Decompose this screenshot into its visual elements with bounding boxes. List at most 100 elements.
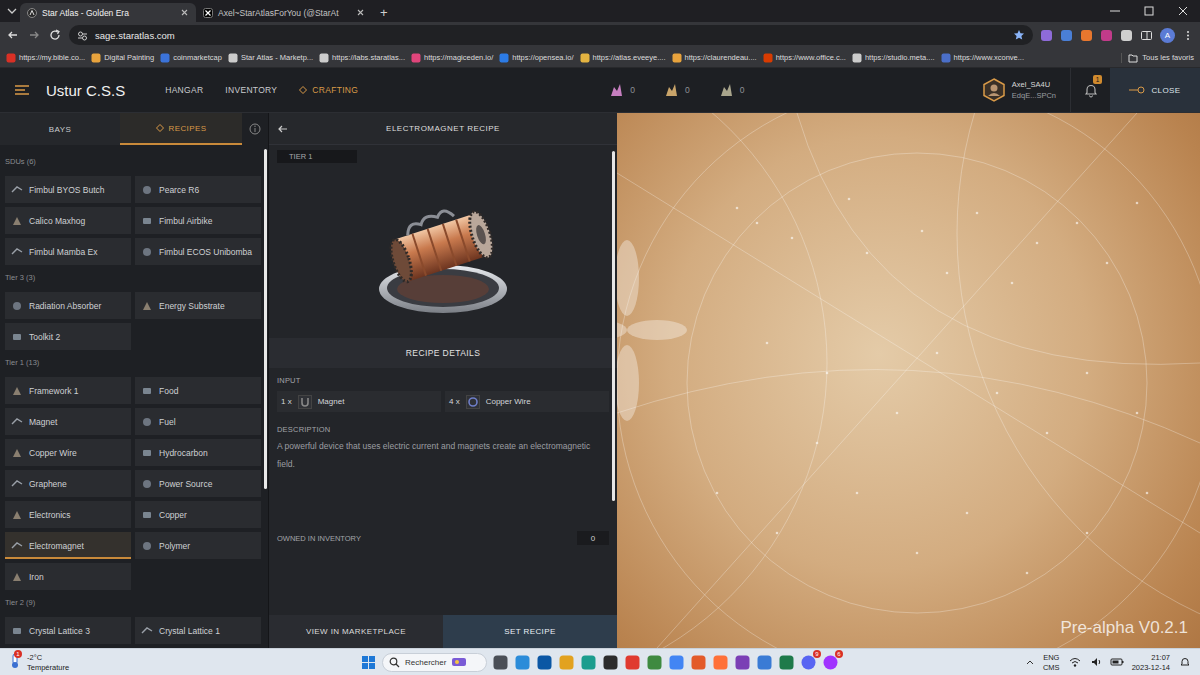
recipe-item[interactable]: Fimbul ECOS Unibomba [135, 238, 261, 265]
scroll-thumb[interactable] [612, 151, 615, 501]
close-tab-icon[interactable] [180, 8, 189, 17]
taskbar-app[interactable] [712, 654, 729, 671]
scroll-thumb[interactable] [264, 149, 267, 489]
recipe-item[interactable]: Toolkit 2 [5, 323, 131, 350]
all-bookmarks[interactable]: Tous les favoris [1121, 53, 1194, 63]
taskbar-app[interactable] [536, 654, 553, 671]
speaker-icon[interactable] [1090, 656, 1102, 668]
bookmark[interactable]: https://my.bible.co... [6, 53, 85, 63]
extension-icon[interactable] [1060, 29, 1073, 42]
new-tab-button[interactable]: + [372, 3, 396, 22]
forward-arrow-icon[interactable] [27, 28, 41, 42]
close-button[interactable]: CLOSE [1110, 68, 1200, 112]
bookmark[interactable]: https://magiceden.io/ [411, 53, 493, 63]
recipe-item[interactable]: Framework 1 [5, 377, 131, 404]
taskbar-app[interactable]: 9 [800, 654, 817, 671]
recipe-item[interactable]: Polymer [135, 532, 261, 559]
input-ingredient[interactable]: 4 xCopper Wire [445, 391, 609, 412]
recipe-item[interactable]: Pearce R6 [135, 176, 261, 203]
clock[interactable]: 21:072023-12-14 [1132, 653, 1170, 672]
recipe-item[interactable]: Radiation Absorber [5, 292, 131, 319]
back-arrow-icon[interactable] [269, 113, 297, 145]
wifi-icon[interactable] [1068, 656, 1082, 668]
show-hidden-icon[interactable] [1025, 657, 1035, 667]
taskbar-app[interactable] [756, 654, 773, 671]
address-field[interactable]: sage.staratlas.com [69, 25, 1033, 45]
windows-start-icon[interactable] [360, 654, 377, 671]
taskbar-search[interactable]: Rechercher [382, 653, 487, 672]
taskbar-app[interactable] [492, 654, 509, 671]
recipe-item[interactable]: Hydrocarbon [135, 439, 261, 466]
taskbar-app[interactable] [514, 654, 531, 671]
browser-tab[interactable]: Star Atlas - Golden Era [20, 3, 196, 22]
recipe-item[interactable]: Fimbul Mamba Ex [5, 238, 131, 265]
taskbar-app[interactable] [668, 654, 685, 671]
profile-avatar[interactable]: A [1160, 28, 1175, 43]
nav-item[interactable]: HANGAR [165, 85, 203, 95]
menu-icon[interactable] [1182, 29, 1194, 42]
back-arrow-icon[interactable] [6, 28, 20, 42]
recipe-item[interactable]: Fimbul BYOS Butch [5, 176, 131, 203]
recipe-item[interactable]: Calico Maxhog [5, 207, 131, 234]
close-window-icon[interactable] [1166, 0, 1200, 22]
bookmark-star-icon[interactable] [1013, 29, 1025, 41]
site-info-icon[interactable] [77, 30, 88, 41]
nav-item[interactable]: CRAFTING [299, 85, 358, 95]
extension-icon[interactable] [1040, 29, 1053, 42]
weather-widget[interactable]: 1-2°CTempérature [0, 653, 360, 672]
recipe-item[interactable]: Fimbul Airbike [135, 207, 261, 234]
taskbar-app[interactable] [734, 654, 751, 671]
maximize-icon[interactable] [1132, 0, 1166, 22]
taskbar-app[interactable] [558, 654, 575, 671]
extension-icon[interactable] [1080, 29, 1093, 42]
bookmark[interactable]: https://www.office.c... [763, 53, 846, 63]
bookmark[interactable]: https://claurendeau.... [672, 53, 757, 63]
notification-bell-icon[interactable] [1178, 656, 1192, 668]
recipe-item[interactable]: Electronics [5, 501, 131, 528]
recipe-item[interactable]: Copper [135, 501, 261, 528]
input-ingredient[interactable]: 1 xMagnet [277, 391, 441, 412]
side-panel-icon[interactable] [1140, 29, 1153, 42]
taskbar-app[interactable] [646, 654, 663, 671]
taskbar-app[interactable] [580, 654, 597, 671]
hamburger-icon[interactable] [14, 83, 30, 97]
bookmark[interactable]: https://atlas.eveeye.... [580, 53, 666, 63]
bookmark[interactable]: https://www.xconve... [941, 53, 1024, 63]
set-recipe-button[interactable]: SET RECIPE [443, 615, 617, 648]
minimize-icon[interactable] [1098, 0, 1132, 22]
bookmark[interactable]: coinmarketcap [160, 53, 222, 63]
battery-icon[interactable] [1110, 656, 1124, 668]
tab-search-icon[interactable] [4, 3, 20, 22]
bookmark[interactable]: https://labs.staratlas... [319, 53, 405, 63]
input-language[interactable]: ENGCMS [1043, 653, 1060, 672]
scrollbar[interactable] [264, 145, 268, 648]
recipe-item[interactable]: Graphene [5, 470, 131, 497]
marketplace-button[interactable]: VIEW IN MARKETPLACE [269, 615, 443, 648]
taskbar-app[interactable] [690, 654, 707, 671]
panel-tab[interactable]: BAYS [0, 113, 120, 145]
notifications-button[interactable]: 1 [1070, 68, 1110, 112]
extension-icon[interactable] [1100, 29, 1113, 42]
taskbar-app[interactable] [602, 654, 619, 671]
recipe-item[interactable]: Fuel [135, 408, 261, 435]
taskbar-app[interactable] [778, 654, 795, 671]
reload-icon[interactable] [48, 28, 62, 42]
recipe-item[interactable]: Power Source [135, 470, 261, 497]
recipe-item[interactable]: Energy Substrate [135, 292, 261, 319]
bookmark[interactable]: https://studio.meta.... [852, 53, 935, 63]
recipe-item[interactable]: Crystal Lattice 3 [5, 617, 131, 644]
taskbar-app[interactable]: 6 [822, 654, 839, 671]
recipe-item[interactable]: Magnet [5, 408, 131, 435]
recipe-item[interactable]: Iron [5, 563, 131, 590]
recipe-item[interactable]: Food [135, 377, 261, 404]
recipe-item[interactable]: Copper Wire [5, 439, 131, 466]
browser-tab[interactable]: Axel~StarAtlasForYou (@StarAt [196, 3, 372, 22]
taskbar-app[interactable] [624, 654, 641, 671]
bookmark[interactable]: https://opensea.io/ [499, 53, 573, 63]
info-icon[interactable] [249, 123, 261, 135]
nav-item[interactable]: INVENTORY [225, 85, 277, 95]
recipe-item[interactable]: Crystal Lattice 1 [135, 617, 261, 644]
recipe-item[interactable]: Electromagnet [5, 532, 131, 559]
user-profile[interactable]: Axel_SA4UEdqE...SPCn [982, 78, 1070, 102]
panel-tab[interactable]: RECIPES [120, 113, 242, 145]
